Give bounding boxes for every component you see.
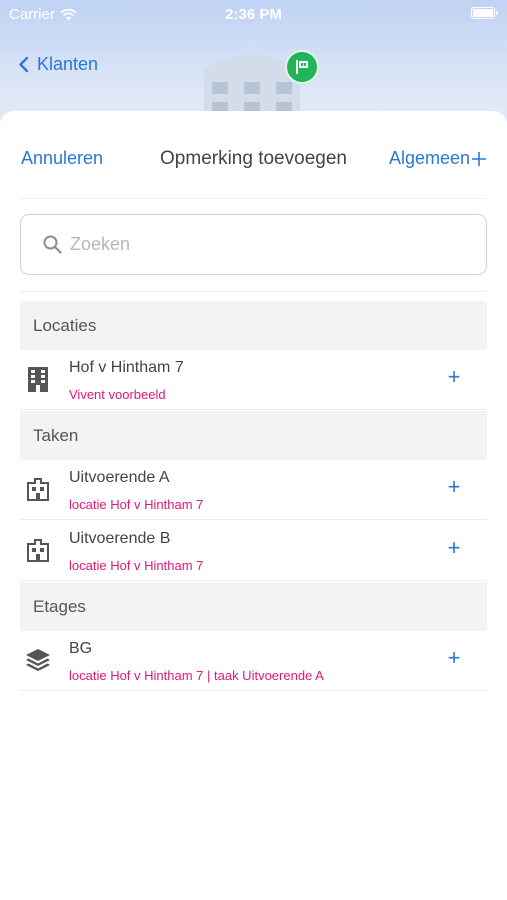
chevron-left-icon (19, 56, 29, 73)
status-bar: Carrier 2:36 PM (0, 0, 507, 28)
task-building-icon (24, 536, 52, 564)
item-subtitle: locatie Hof v Hintham 7 | taak Uitvoeren… (69, 668, 324, 683)
item-subtitle: locatie Hof v Hintham 7 (69, 497, 204, 512)
back-label: Klanten (37, 54, 99, 74)
list-item[interactable]: Uitvoerende B locatie Hof v Hintham 7 + (20, 521, 487, 581)
general-button[interactable]: Algemeen (389, 148, 487, 169)
item-title: Hof v Hintham 7 (69, 359, 184, 376)
plus-icon (472, 151, 486, 166)
section-title: Etages (33, 596, 86, 616)
add-remark-sheet: Annuleren Opmerking toevoegen Algemeen Z… (0, 111, 507, 900)
search-input[interactable]: Zoeken (20, 214, 487, 275)
section-header-locaties: Locaties (20, 301, 487, 350)
layers-icon (24, 646, 52, 674)
item-title: Uitvoerende A (69, 469, 170, 486)
add-plus-icon[interactable]: + (443, 647, 465, 669)
section-header-etages: Etages (20, 582, 487, 631)
item-title: BG (69, 640, 93, 657)
add-plus-icon[interactable]: + (443, 366, 465, 388)
flag-icon (296, 60, 308, 74)
sheet-header: Annuleren Opmerking toevoegen Algemeen (0, 111, 507, 199)
task-building-icon (24, 475, 52, 503)
list-item[interactable]: BG locatie Hof v Hintham 7 | taak Uitvoe… (20, 631, 487, 691)
general-label: Algemeen (388, 148, 470, 168)
list-item[interactable]: Uitvoerende A locatie Hof v Hintham 7 + (20, 460, 487, 520)
add-plus-icon[interactable]: + (443, 537, 465, 559)
list-item[interactable]: Hof v Hintham 7 Vivent voorbeeld + (20, 350, 487, 410)
item-subtitle: locatie Hof v Hintham 7 (69, 558, 204, 573)
building-icon (24, 365, 52, 393)
divider (20, 198, 487, 199)
divider (20, 291, 487, 292)
search-icon (43, 235, 62, 254)
add-plus-icon[interactable]: + (443, 476, 465, 498)
section-header-taken: Taken (20, 411, 487, 460)
section-title: Taken (33, 425, 79, 445)
item-subtitle: Vivent voorbeeld (69, 387, 166, 402)
clock: 2:36 PM (225, 6, 282, 23)
item-title: Uitvoerende B (69, 530, 171, 547)
battery-icon (471, 7, 498, 19)
search-placeholder: Zoeken (70, 234, 131, 254)
back-button[interactable]: Klanten (18, 54, 98, 75)
section-title: Locaties (33, 315, 97, 335)
status-badge (285, 50, 319, 84)
